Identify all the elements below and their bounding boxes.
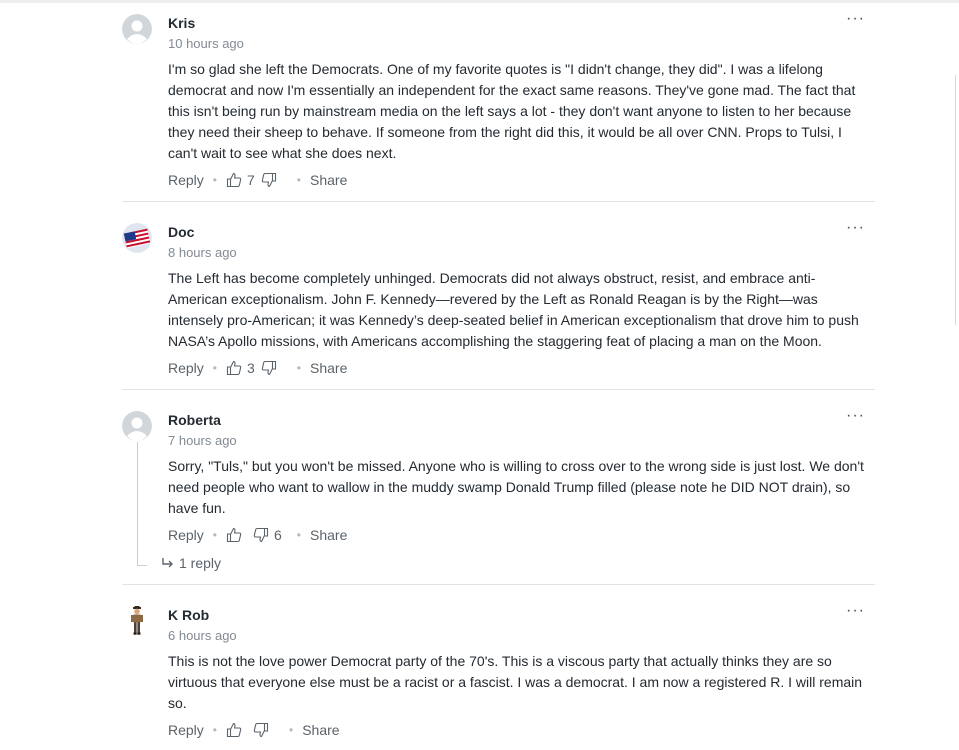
- comment-timestamp: 6 hours ago: [168, 628, 237, 643]
- separator-dot: •: [212, 173, 217, 187]
- thumbs-down-button[interactable]: [253, 722, 269, 738]
- thumbs-up-icon: [226, 527, 242, 543]
- replies-count-label: 1 reply: [179, 555, 222, 571]
- thumbs-up-button[interactable]: [226, 360, 242, 376]
- comment-actions: Reply • 7 • Share: [168, 170, 867, 190]
- dislike-count: 6: [274, 527, 282, 543]
- default-avatar-icon: [122, 14, 152, 44]
- separator-dot: •: [296, 173, 301, 187]
- reply-button[interactable]: Reply: [168, 527, 204, 543]
- thumbs-down-icon: [253, 527, 269, 543]
- more-options-icon[interactable]: ···: [846, 219, 865, 237]
- thumbs-down-icon: [261, 360, 276, 376]
- share-button[interactable]: Share: [310, 360, 347, 376]
- comment-actions: Reply • 6 • Share: [168, 525, 867, 545]
- comment-body: This is not the love power Democrat part…: [168, 653, 863, 711]
- separator-dot: •: [212, 723, 217, 737]
- share-button[interactable]: Share: [310, 172, 347, 188]
- comment-divider: [122, 389, 875, 390]
- thumbs-up-icon: [226, 360, 242, 376]
- more-options-icon[interactable]: ···: [846, 407, 865, 425]
- thumbs-up-icon: [226, 722, 242, 738]
- comment-divider: [122, 201, 875, 202]
- thumbs-up-button[interactable]: [226, 722, 242, 738]
- separator-dot: •: [212, 361, 217, 375]
- more-options-icon[interactable]: ···: [846, 10, 865, 28]
- comment-timestamp: 8 hours ago: [168, 245, 237, 260]
- thumbs-up-icon: [226, 172, 242, 188]
- comment-username[interactable]: Doc: [168, 223, 867, 241]
- comment-actions: Reply • • Share: [168, 720, 867, 740]
- default-avatar-icon: [122, 411, 152, 441]
- us-flag-avatar: [122, 223, 152, 253]
- reply-button[interactable]: Reply: [168, 722, 204, 738]
- thumbs-down-button[interactable]: [253, 527, 269, 543]
- thread-line: [137, 442, 138, 566]
- thumbs-up-button[interactable]: [226, 527, 242, 543]
- view-replies-button[interactable]: 1 reply: [162, 555, 221, 571]
- separator-dot: •: [289, 723, 294, 737]
- share-button[interactable]: Share: [302, 722, 339, 738]
- separator-dot: •: [296, 528, 301, 542]
- reply-button[interactable]: Reply: [168, 360, 204, 376]
- comment-actions: Reply • 3 • Share: [168, 358, 867, 378]
- reply-button[interactable]: Reply: [168, 172, 204, 188]
- comment-username[interactable]: Roberta: [168, 411, 867, 429]
- comment-body: Sorry, "Tuls," but you won't be missed. …: [168, 458, 864, 516]
- thumbs-down-button[interactable]: [261, 360, 277, 376]
- reply-arrow-icon: [162, 558, 173, 568]
- thread-line-hook: [137, 565, 147, 566]
- separator-dot: •: [212, 528, 217, 542]
- comment-body: I'm so glad she left the Democrats. One …: [168, 61, 856, 161]
- thumbs-down-icon: [253, 722, 269, 738]
- comment-username[interactable]: K Rob: [168, 606, 867, 624]
- right-edge-panel: [955, 75, 959, 325]
- like-count: 3: [247, 360, 255, 376]
- thumbs-down-button[interactable]: [261, 172, 277, 188]
- thumbs-down-icon: [261, 172, 276, 188]
- comment-timestamp: 7 hours ago: [168, 433, 237, 448]
- comment-username[interactable]: Kris: [168, 14, 867, 32]
- comment-timestamp: 10 hours ago: [168, 36, 244, 51]
- separator-dot: •: [296, 361, 301, 375]
- comment-divider: [122, 584, 875, 585]
- share-button[interactable]: Share: [310, 527, 347, 543]
- comment-body: The Left has become completely unhinged.…: [168, 270, 859, 349]
- thumbs-up-button[interactable]: [226, 172, 242, 188]
- more-options-icon[interactable]: ···: [846, 602, 865, 620]
- cowboy-figure-avatar: [122, 606, 152, 636]
- like-count: 7: [247, 172, 255, 188]
- top-shade: [0, 0, 959, 3]
